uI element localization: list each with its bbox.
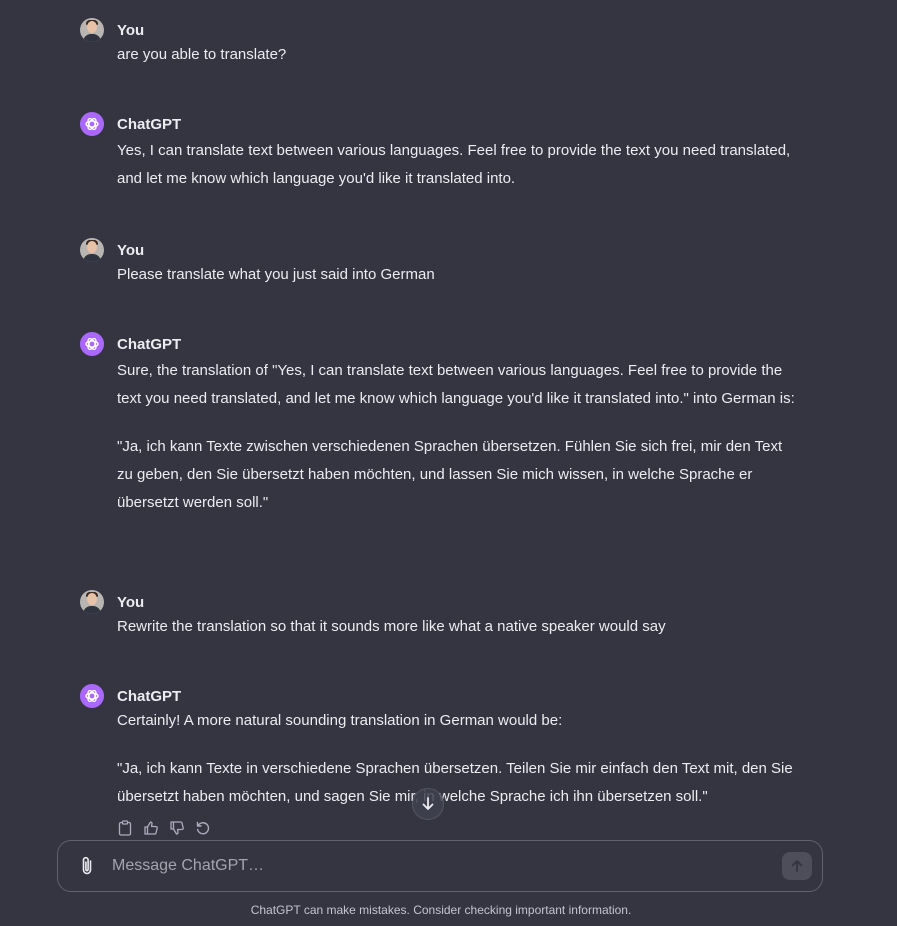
message-text: Please translate what you just said into… [117,266,435,283]
paperclip-icon[interactable] [76,855,98,877]
clipboard-icon[interactable] [117,820,133,836]
chatgpt-logo-icon [80,112,104,136]
sender-name: You [117,21,145,39]
thumbs-down-icon[interactable] [169,820,185,836]
sender-name: You [117,593,145,611]
message-text: Certainly! A more natural sounding trans… [117,712,563,729]
sender-name: ChatGPT [117,335,182,353]
user-avatar [80,590,104,614]
message-input[interactable] [112,841,772,891]
message-text: Rewrite the translation so that it sound… [117,618,666,635]
disclaimer-text: ChatGPT can make mistakes. Consider chec… [250,903,632,917]
message-text: Yes, I can translate text between variou… [117,142,791,187]
message-assistant: ChatGPT Yes, I can translate text betwee… [80,112,800,193]
message-user: You Please translate what you just said … [80,238,800,289]
message-text: "Ja, ich kann Texte in verschiedene Spra… [117,760,793,805]
sender-name: ChatGPT [117,687,182,705]
message-text: Sure, the translation of "Yes, I can tra… [117,362,795,407]
chatgpt-logo-icon [80,684,104,708]
message-assistant: ChatGPT Certainly! A more natural soundi… [80,684,800,811]
thumbs-up-icon[interactable] [143,820,159,836]
scroll-to-bottom-button[interactable] [412,788,444,820]
message-user: You Rewrite the translation so that it s… [80,590,800,641]
message-user: You are you able to translate? [80,18,800,69]
chat-page: You are you able to translate? ChatGPT Y… [0,0,897,926]
arrow-up-icon [791,860,803,873]
arrow-down-icon [422,797,434,810]
user-avatar [80,18,104,42]
sender-name: You [117,241,145,259]
chatgpt-logo-icon [80,332,104,356]
send-button[interactable] [782,852,812,880]
message-assistant: ChatGPT Sure, the translation of "Yes, I… [80,332,800,517]
sender-name: ChatGPT [117,115,182,133]
regenerate-icon[interactable] [195,820,211,836]
message-composer [57,840,823,892]
message-actions [117,818,211,838]
message-text: "Ja, ich kann Texte zwischen verschieden… [117,438,783,511]
message-text: are you able to translate? [117,46,287,63]
user-avatar [80,238,104,262]
